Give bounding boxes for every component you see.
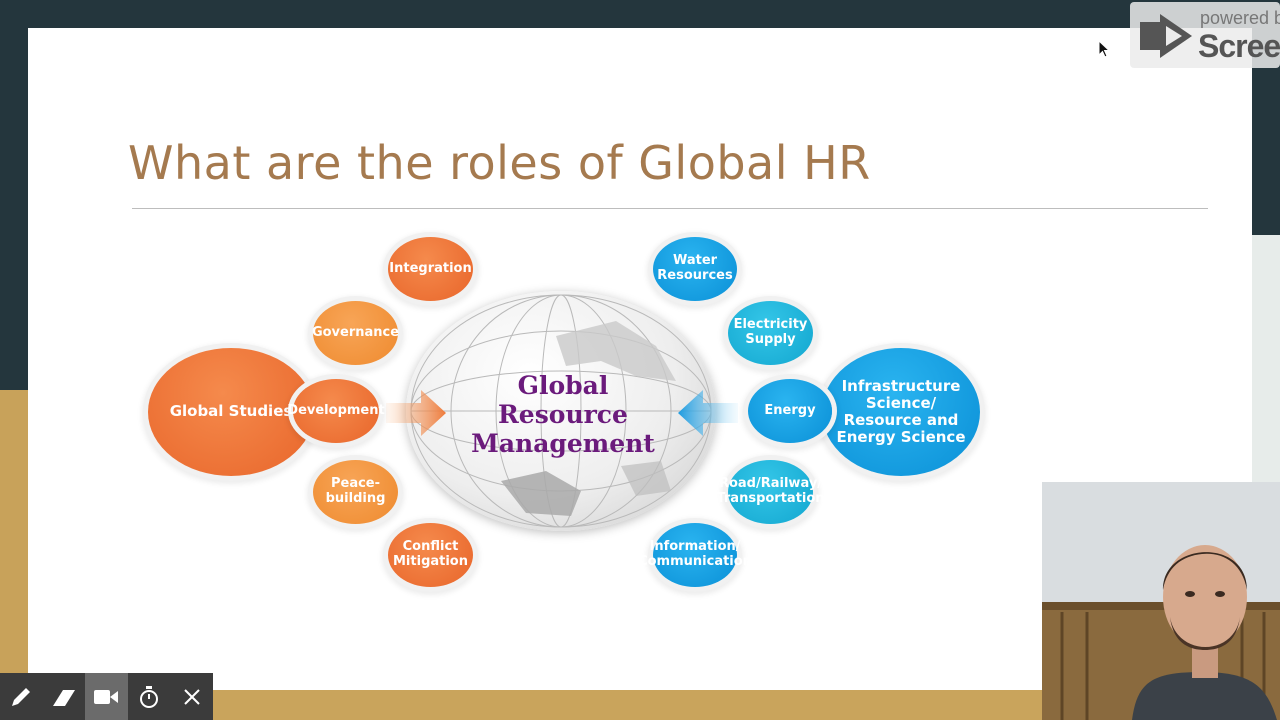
electricity-supply-bubble: Electricity Supply	[728, 301, 813, 365]
eraser-icon	[52, 689, 75, 706]
desktop-background-panel	[1252, 235, 1280, 495]
eraser-tool-button[interactable]	[43, 673, 86, 720]
peace-building-bubble: Peace-building	[313, 460, 398, 524]
watermark-powered-text: powered b	[1200, 8, 1280, 28]
center-line-3: Management	[471, 429, 655, 458]
pen-tool-button[interactable]	[0, 673, 43, 720]
energy-bubble: Energy	[748, 379, 832, 443]
conflict-mitigation-bubble: Conflict Mitigation	[388, 523, 473, 587]
integration-bubble: Integration	[388, 237, 473, 301]
information-communication-bubble: Information/ Communication	[638, 523, 752, 587]
pen-icon	[12, 687, 31, 706]
infrastructure-science-hub: Infrastructure Science/ Resource and Ene…	[822, 348, 980, 476]
timer-button[interactable]	[128, 673, 171, 720]
governance-bubble: Governance	[312, 301, 399, 365]
center-line-1: Global	[517, 371, 609, 400]
webcam-overlay	[1042, 482, 1280, 720]
camera-icon	[94, 689, 119, 704]
water-resources-bubble: Water Resources	[653, 237, 737, 301]
watermark-brand-text: Screen	[1198, 28, 1280, 64]
diagram-center-label: Global Resource Management	[433, 371, 693, 458]
presenter-video	[1042, 482, 1280, 720]
webcam-toggle-button[interactable]	[85, 673, 128, 720]
play-logo-icon	[1140, 14, 1192, 58]
left-arrow-icon	[386, 390, 446, 436]
transportation-bubble: Road/Railway/ Transportation	[716, 460, 825, 524]
development-bubble: Development	[287, 379, 385, 443]
mouse-cursor-icon	[1098, 40, 1110, 58]
close-toolbar-button[interactable]	[170, 673, 213, 720]
screencast-watermark: powered b Screen	[1130, 2, 1280, 68]
recorder-toolbar	[0, 673, 213, 720]
timer-icon	[140, 685, 159, 708]
close-icon	[183, 688, 200, 705]
right-arrow-icon	[678, 390, 738, 436]
center-line-2: Resource	[498, 400, 628, 429]
